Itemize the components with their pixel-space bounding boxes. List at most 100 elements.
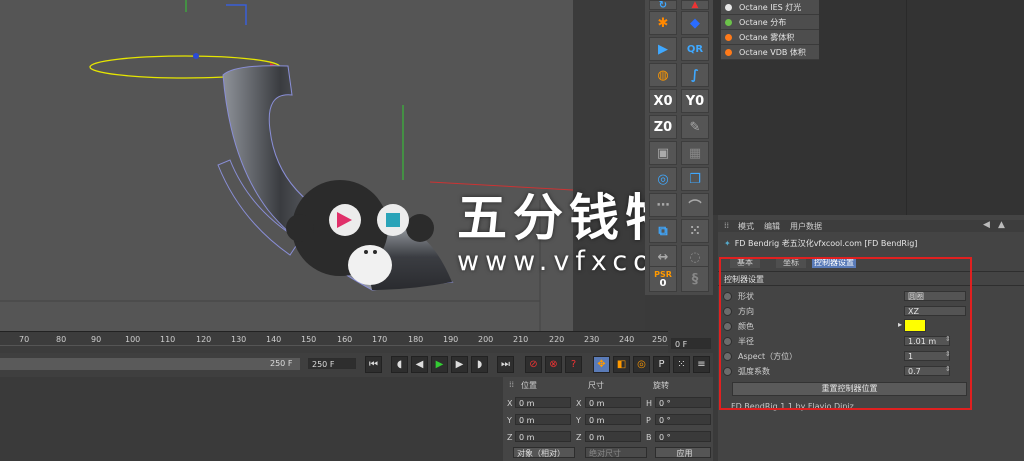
cloner-icon[interactable]: ❐: [681, 167, 709, 191]
brush-icon[interactable]: ✎: [681, 115, 709, 139]
object-title: ✦ FD Bendrig 老五汉化vfxcool.com [FD BendRig]: [724, 238, 917, 249]
record-button[interactable]: ⊘: [525, 356, 542, 373]
watermark-title: 五分钱特效: [457, 189, 645, 247]
object-manager: Octane IES 灯光 Octane 分布 Octane 雾体积 Octan…: [713, 0, 1024, 215]
param-icon: P: [658, 359, 665, 370]
rotate-key-button[interactable]: ◎: [633, 356, 650, 373]
cone-icon[interactable]: ▲: [681, 0, 709, 10]
sphere-grid-icon[interactable]: ◍: [649, 63, 677, 87]
size-y-field[interactable]: 0 m: [585, 414, 641, 425]
move-key-button[interactable]: ✥: [593, 356, 610, 373]
menu-mode[interactable]: 模式: [738, 221, 754, 232]
scale-key-button[interactable]: ◧: [613, 356, 630, 373]
material-manager: [0, 377, 503, 461]
size-mode-select[interactable]: 绝对尺寸: [585, 447, 647, 458]
pla-key-button[interactable]: ⁙: [673, 356, 690, 373]
z0-button[interactable]: Z0: [649, 115, 677, 139]
rot-h-label: H: [646, 399, 653, 408]
ruler-tick: 140: [266, 335, 282, 344]
ruler-tick: 120: [196, 335, 212, 344]
ruler-tick: 80: [56, 335, 67, 344]
rot-h-field[interactable]: 0 °: [655, 397, 711, 408]
octane-item-label: Octane 雾体积: [739, 33, 795, 42]
prev-key-button[interactable]: ◖: [391, 356, 408, 373]
spring-icon[interactable]: §: [681, 266, 709, 292]
connect-icon[interactable]: ⋯: [649, 193, 677, 217]
next-key-button[interactable]: ◗: [471, 356, 488, 373]
autokey-button[interactable]: ⊗: [545, 356, 562, 373]
rot-b-label: B: [646, 433, 652, 442]
range-end-label: 250 F: [270, 359, 293, 368]
instance-icon[interactable]: ⧉: [649, 219, 677, 243]
pen-icon[interactable]: ∫: [681, 63, 709, 87]
ruler-tick: 110: [160, 335, 176, 344]
attribute-manager: ⁞⁞ 模式 编辑 用户数据 ◀ ▲ ✦ FD Bendrig 老五汉化vfxcoo…: [718, 215, 1024, 461]
size-y-label: Y: [576, 416, 581, 425]
size-z-field[interactable]: 0 m: [585, 431, 641, 442]
play-circle-icon[interactable]: ▶: [649, 37, 677, 61]
header-rotation: 旋转: [653, 381, 669, 390]
psr-button[interactable]: PSR 0: [649, 266, 677, 292]
ruler-tick: 150: [301, 335, 317, 344]
apply-button[interactable]: 应用: [655, 447, 711, 458]
pos-y-field[interactable]: 0 m: [515, 414, 571, 425]
scatter-icon[interactable]: ✱: [649, 11, 677, 35]
ruler-tick: 170: [372, 335, 388, 344]
ruler-tick: 250: [652, 335, 668, 344]
ruler-tick: 220: [549, 335, 565, 344]
y0-button[interactable]: Y0: [681, 89, 709, 113]
octane-ies-light[interactable]: Octane IES 灯光: [721, 0, 819, 15]
end-frame-field[interactable]: 250 F: [308, 358, 356, 369]
pos-z-field[interactable]: 0 m: [515, 431, 571, 442]
size-x-field[interactable]: 0 m: [585, 397, 641, 408]
go-start-icon: ⏮: [369, 359, 378, 370]
go-start-button[interactable]: ⏮: [365, 356, 382, 373]
rotate-icon: ◎: [637, 359, 646, 370]
octane-vdb-volume[interactable]: Octane VDB 体积: [721, 45, 819, 60]
param-key-button[interactable]: P: [653, 356, 670, 373]
qr-icon[interactable]: QR: [681, 37, 709, 61]
bend-icon[interactable]: ⌒: [681, 193, 709, 217]
viewport-3d[interactable]: 五分钱特效 www.vfxcool.com: [0, 0, 645, 331]
play-button[interactable]: ▶: [431, 356, 448, 373]
help-icon: ?: [570, 359, 577, 370]
next-key-icon: ◗: [476, 359, 483, 370]
octane-item-label: Octane VDB 体积: [739, 48, 806, 57]
prev-frame-button[interactable]: ◀: [411, 356, 428, 373]
rot-p-field[interactable]: 0 °: [655, 414, 711, 425]
up-arrow-icon[interactable]: ▲: [998, 220, 1005, 230]
rotate-tool-icon[interactable]: ↻: [649, 0, 677, 11]
frame-icon[interactable]: ▣: [649, 141, 677, 165]
dots-icon[interactable]: ⁙: [681, 219, 709, 243]
next-frame-icon: ▶: [455, 359, 464, 370]
prev-key-icon: ◖: [396, 359, 403, 370]
ruler-tick: 190: [443, 335, 459, 344]
octane-item-label: Octane IES 灯光: [739, 3, 802, 12]
cube-icon[interactable]: ▦: [681, 141, 709, 165]
play-icon: ▶: [435, 359, 444, 370]
current-frame-field[interactable]: 0 F: [671, 338, 711, 349]
timeline-range-slider[interactable]: 250 F: [0, 358, 300, 370]
next-frame-button[interactable]: ▶: [451, 356, 468, 373]
highlight-box: [719, 257, 972, 410]
tool-palette: ↻ ▲ ✱ ◆ ▶ QR ◍ ∫ X0 Y0 Z0 ✎ ▣ ▦ ◎ ❐ ⋯ ⌒ …: [645, 0, 713, 295]
go-end-button[interactable]: ⏭: [497, 356, 514, 373]
rot-b-field[interactable]: 0 °: [655, 431, 711, 442]
timeline-ruler[interactable]: 70 80 90 100 110 120 130 140 150 160 170…: [0, 331, 711, 354]
shapes-icon[interactable]: ◆: [681, 11, 709, 35]
help-key-button[interactable]: ?: [565, 356, 582, 373]
ruler-tick: 200: [478, 335, 494, 344]
watermark-url: www.vfxcool.com: [457, 246, 645, 277]
menu-edit[interactable]: 编辑: [764, 221, 780, 232]
pos-x-field[interactable]: 0 m: [515, 397, 571, 408]
octane-fog-volume[interactable]: Octane 雾体积: [721, 30, 819, 45]
timeline-menu-button[interactable]: ≡: [693, 356, 710, 373]
coord-mode-select[interactable]: 对象（相对）: [513, 447, 575, 458]
transport-bar: 250 F 250 F ⏮ ◖ ◀ ▶ ▶ ◗ ⏭ ⊘ ⊗ ? ✥ ◧ ◎ P …: [0, 353, 713, 377]
boole-icon[interactable]: ◎: [649, 167, 677, 191]
ruler-tick: 90: [91, 335, 102, 344]
octane-scatter[interactable]: Octane 分布: [721, 15, 819, 30]
menu-userdata[interactable]: 用户数据: [790, 221, 822, 232]
x0-button[interactable]: X0: [649, 89, 677, 113]
back-arrow-icon[interactable]: ◀: [983, 220, 990, 230]
